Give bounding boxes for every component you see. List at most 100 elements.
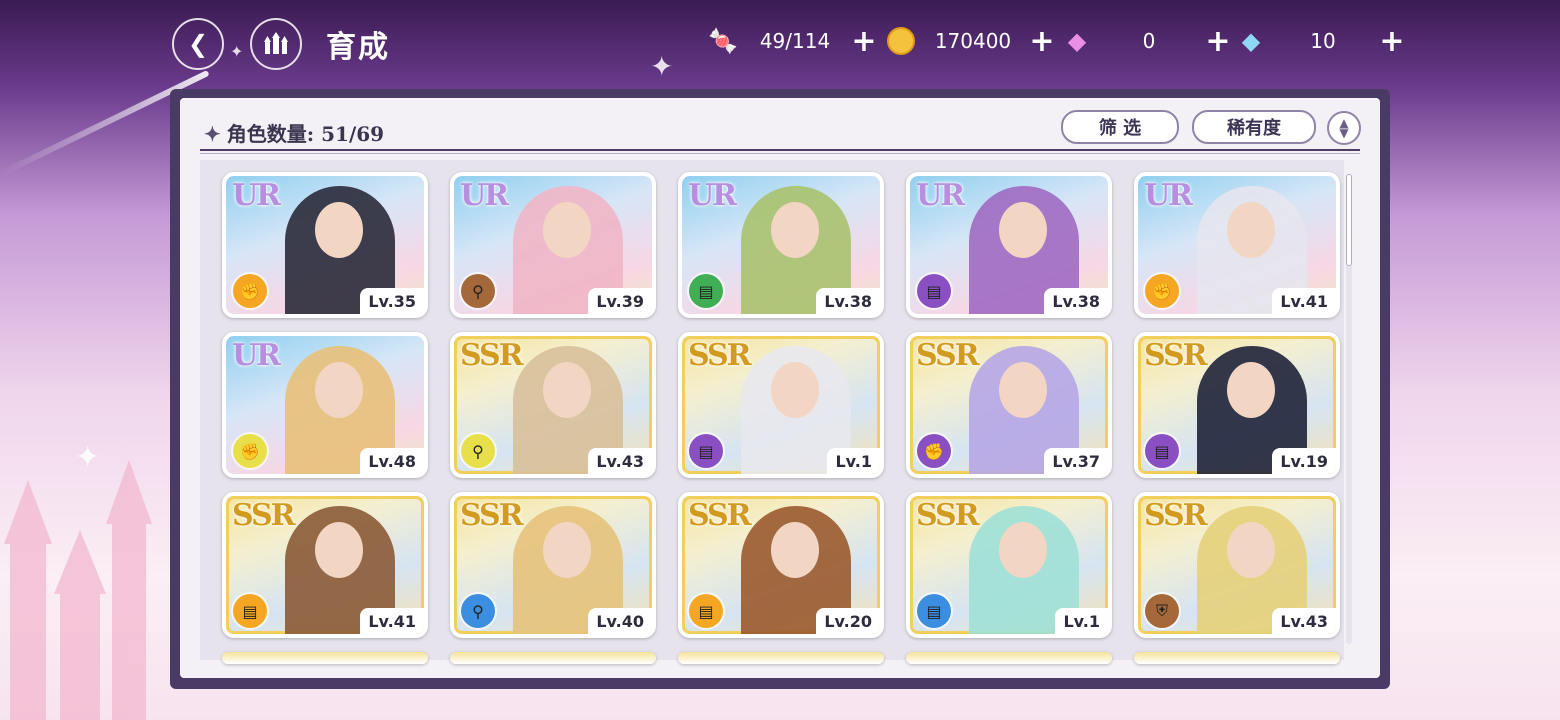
character-card[interactable]: SSR ▤ Lv.41 xyxy=(222,492,428,638)
add-candy-button[interactable]: + xyxy=(850,24,878,59)
add-pink-gem-button[interactable]: + xyxy=(1204,24,1232,59)
character-card-partial[interactable] xyxy=(1134,652,1340,664)
character-card[interactable]: UR ▤ Lv.38 xyxy=(906,172,1112,318)
character-card-art: UR ✊ Lv.48 xyxy=(226,336,424,474)
character-card-art: SSR ✊ Lv.37 xyxy=(910,336,1108,474)
character-card[interactable]: SSR ⛨ Lv.43 xyxy=(1134,492,1340,638)
fist-icon: ✊ xyxy=(233,274,267,308)
character-card-art: UR ▤ Lv.38 xyxy=(682,176,880,314)
fist-icon: ✊ xyxy=(917,434,951,468)
character-card[interactable]: SSR ▤ Lv.19 xyxy=(1134,332,1340,478)
fist-icon: ✊ xyxy=(1145,274,1179,308)
rarity-label: UR xyxy=(916,178,965,213)
character-card-art: UR ✊ Lv.41 xyxy=(1138,176,1336,314)
scrollbar-thumb[interactable] xyxy=(1346,174,1352,266)
character-face xyxy=(999,522,1047,578)
character-face xyxy=(999,362,1047,418)
character-card-partial[interactable] xyxy=(222,652,428,664)
character-count-text: 角色数量: 51/69 xyxy=(226,122,385,146)
character-face xyxy=(771,202,819,258)
rarity-label: SSR xyxy=(916,338,980,373)
character-card-art: SSR ▤ Lv.41 xyxy=(226,496,424,634)
fist-icon: ✊ xyxy=(233,434,267,468)
page-title: 育成 xyxy=(326,30,390,65)
character-face xyxy=(771,362,819,418)
character-card[interactable]: SSR ▤ Lv.20 xyxy=(678,492,884,638)
character-card-partial[interactable] xyxy=(906,652,1112,664)
rarity-label: SSR xyxy=(460,338,524,373)
header-divider xyxy=(200,149,1360,151)
character-card-art: SSR ▤ Lv.20 xyxy=(682,496,880,634)
resource-candy: 🍬 49/114 + xyxy=(706,24,878,59)
background-castle-silhouette xyxy=(4,460,152,720)
book-icon: ▤ xyxy=(689,434,723,468)
home-button[interactable] xyxy=(250,18,302,70)
blue-diamond-icon: ◆ xyxy=(1241,27,1261,55)
character-face xyxy=(543,522,591,578)
staff-icon: ⚲ xyxy=(461,594,495,628)
add-blue-diamond-button[interactable]: + xyxy=(1378,24,1406,59)
character-card[interactable]: SSR ✊ Lv.37 xyxy=(906,332,1112,478)
character-face xyxy=(999,202,1047,258)
rarity-label: SSR xyxy=(688,338,752,373)
level-label: Lv.20 xyxy=(816,608,880,634)
character-card-art: SSR ▤ Lv.19 xyxy=(1138,336,1336,474)
sort-down-icon: ▼ xyxy=(1339,126,1349,140)
character-card[interactable]: SSR ▤ Lv.1 xyxy=(678,332,884,478)
rarity-label: SSR xyxy=(232,498,296,533)
sort-order-button[interactable]: ▲ ▼ xyxy=(1327,111,1361,145)
rarity-label: UR xyxy=(232,178,281,213)
character-face xyxy=(315,522,363,578)
character-face xyxy=(543,202,591,258)
back-button[interactable]: ❮ xyxy=(172,18,224,70)
rarity-label: UR xyxy=(232,338,281,373)
staff-icon: ⚲ xyxy=(461,274,495,308)
character-card-partial[interactable] xyxy=(450,652,656,664)
character-panel: ✦ 角色数量: 51/69 筛 选 稀有度 ▲ ▼ UR ✊ Lv.35 UR ⚲ Lv.3… xyxy=(180,98,1380,678)
character-card-art: UR ⚲ Lv.39 xyxy=(454,176,652,314)
filter-button[interactable]: 筛 选 xyxy=(1061,110,1179,144)
level-label: Lv.41 xyxy=(360,608,424,634)
level-label: Lv.1 xyxy=(1055,608,1108,634)
resource-value: 0 xyxy=(1142,29,1156,53)
scrollbar[interactable] xyxy=(1346,174,1352,644)
add-gold-button[interactable]: + xyxy=(1028,24,1056,59)
level-label: Lv.37 xyxy=(1044,448,1108,474)
rarity-label: UR xyxy=(460,178,509,213)
level-label: Lv.38 xyxy=(816,288,880,314)
character-card[interactable]: UR ✊ Lv.48 xyxy=(222,332,428,478)
rarity-label: UR xyxy=(688,178,737,213)
rarity-label: SSR xyxy=(916,498,980,533)
character-card[interactable]: UR ▤ Lv.38 xyxy=(678,172,884,318)
character-face xyxy=(1227,202,1275,258)
level-label: Lv.38 xyxy=(1044,288,1108,314)
level-label: Lv.35 xyxy=(360,288,424,314)
sort-rarity-button[interactable]: 稀有度 xyxy=(1192,110,1316,144)
character-card[interactable]: SSR ⚲ Lv.40 xyxy=(450,492,656,638)
level-label: Lv.39 xyxy=(588,288,652,314)
character-grid[interactable]: UR ✊ Lv.35 UR ⚲ Lv.39 UR ▤ Lv.38 UR ▤ Lv.38 UR ✊ Lv.41… xyxy=(200,160,1344,664)
character-card[interactable]: UR ✊ Lv.41 xyxy=(1134,172,1340,318)
resource-gold: 170400 + xyxy=(884,24,1056,59)
character-face xyxy=(1227,362,1275,418)
character-count: ✦ 角色数量: 51/69 xyxy=(204,118,384,147)
character-panel-frame: ✦ 角色数量: 51/69 筛 选 稀有度 ▲ ▼ UR ✊ Lv.35 UR ⚲ Lv.3… xyxy=(170,89,1390,689)
level-label: Lv.19 xyxy=(1272,448,1336,474)
level-label: Lv.43 xyxy=(588,448,652,474)
character-card[interactable]: UR ✊ Lv.35 xyxy=(222,172,428,318)
book-icon: ▤ xyxy=(917,594,951,628)
character-card[interactable]: SSR ⚲ Lv.43 xyxy=(450,332,656,478)
rarity-label: UR xyxy=(1144,178,1193,213)
character-card-art: UR ▤ Lv.38 xyxy=(910,176,1108,314)
level-label: Lv.41 xyxy=(1272,288,1336,314)
resource-value: 170400 xyxy=(934,29,1012,53)
back-arrow-icon: ❮ xyxy=(187,30,209,58)
character-card[interactable]: SSR ▤ Lv.1 xyxy=(906,492,1112,638)
staff-icon: ⚲ xyxy=(461,434,495,468)
resource-value: 10 xyxy=(1310,29,1336,53)
character-face xyxy=(315,362,363,418)
character-card[interactable]: UR ⚲ Lv.39 xyxy=(450,172,656,318)
character-card-partial[interactable] xyxy=(678,652,884,664)
character-card-art: UR ✊ Lv.35 xyxy=(226,176,424,314)
character-card-art: SSR ▤ Lv.1 xyxy=(910,496,1108,634)
